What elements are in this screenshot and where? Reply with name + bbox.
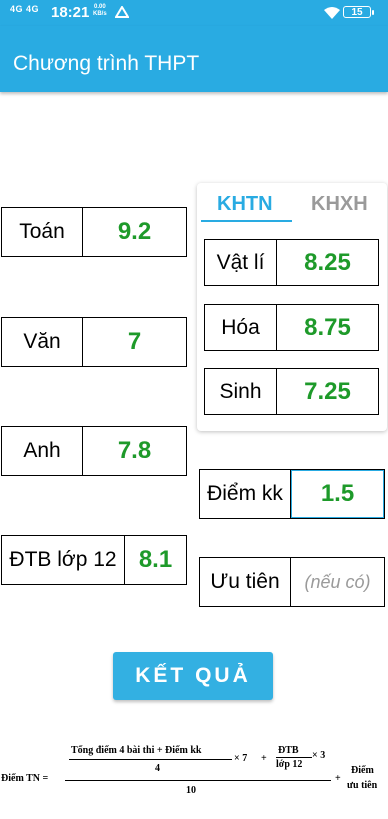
network-speed-value: 0.00: [93, 4, 106, 10]
formula-times-3: × 3: [312, 750, 326, 761]
tab-khxh[interactable]: KHXH: [311, 193, 368, 216]
subject-label-van: Văn: [2, 318, 83, 366]
priority-row: Ưu tiên (nếu có): [199, 557, 385, 607]
score-input-dtb[interactable]: 8.1: [125, 536, 186, 584]
formula-dtb-fraction-line: [276, 757, 312, 758]
wifi-icon: [324, 6, 340, 24]
subject-label-dtb: ĐTB lớp 12: [2, 536, 125, 584]
network-speed-unit: KB/s: [93, 11, 107, 17]
signal-icon: 4G 4G: [10, 4, 40, 14]
formula-times-7: × 7: [234, 753, 248, 764]
formula-inner-fraction-line: [69, 759, 232, 760]
subject-label-hoa: Hóa: [205, 305, 277, 350]
combination-card: KHTN KHXH Vật lí 8.25 Hóa 8.75 Sinh 7.25: [197, 183, 387, 431]
subject-row-toan: Toán 9.2: [1, 207, 187, 257]
subject-row-sinh: Sinh 7.25: [204, 368, 379, 415]
subject-label-toan: Toán: [2, 208, 83, 256]
app-bar: Chương trình THPT: [0, 26, 388, 92]
bonus-label: Điểm kk: [200, 470, 291, 518]
subject-row-anh: Anh 7.8: [1, 426, 187, 476]
formula-main-fraction-line: [65, 780, 331, 781]
bonus-row: Điểm kk 1.5: [199, 469, 385, 519]
formula-numerator: Tổng điểm 4 bài thi + Điểm kk: [71, 745, 202, 756]
score-input-sinh[interactable]: 7.25: [277, 369, 378, 414]
priority-label: Ưu tiên: [200, 558, 291, 606]
priority-placeholder: (nếu có): [304, 571, 371, 592]
subject-row-dtb: ĐTB lớp 12 8.1: [1, 535, 187, 585]
drive-icon: [114, 5, 130, 23]
score-input-van[interactable]: 7: [83, 318, 186, 366]
subject-row-hoa: Hóa 8.75: [204, 304, 379, 351]
app-title: Chương trình THPT: [13, 52, 200, 75]
active-tab-indicator: [201, 220, 292, 222]
result-button[interactable]: KẾT QUẢ: [113, 652, 273, 700]
score-input-hoa[interactable]: 8.75: [277, 305, 378, 350]
subject-label-vatli: Vật lí: [205, 240, 277, 285]
subject-row-vatli: Vật lí 8.25: [204, 239, 379, 286]
subject-row-van: Văn 7: [1, 317, 187, 367]
formula-priority-bottom: ưu tiên: [347, 780, 378, 791]
battery-icon: 15: [343, 6, 374, 18]
network-speed: 0.00 KB/s: [93, 4, 107, 18]
score-input-anh[interactable]: 7.8: [83, 427, 186, 475]
formula-denominator-10: 10: [186, 785, 196, 796]
formula: Điểm TN = Tổng điểm 4 bài thi + Điểm kk …: [0, 738, 388, 808]
formula-denominator-4: 4: [155, 763, 160, 774]
formula-dtb-bottom: lớp 12: [276, 759, 303, 770]
subject-label-anh: Anh: [2, 427, 83, 475]
score-input-vatli[interactable]: 8.25: [277, 240, 378, 285]
subject-label-sinh: Sinh: [205, 369, 277, 414]
score-input-toan[interactable]: 9.2: [83, 208, 186, 256]
tab-khtn[interactable]: KHTN: [217, 193, 273, 216]
formula-dtb-top: ĐTB: [278, 745, 299, 756]
bonus-input[interactable]: 1.5: [291, 470, 384, 518]
status-time: 18:21: [51, 4, 90, 21]
priority-input[interactable]: (nếu có): [291, 558, 384, 606]
status-bar: 4G 4G 18:21 0.00 KB/s 15: [0, 0, 388, 26]
formula-lhs: Điểm TN =: [1, 773, 49, 784]
formula-priority-top: Điểm: [351, 765, 374, 776]
formula-plus-1: +: [261, 753, 267, 764]
formula-plus-2: +: [335, 773, 341, 784]
